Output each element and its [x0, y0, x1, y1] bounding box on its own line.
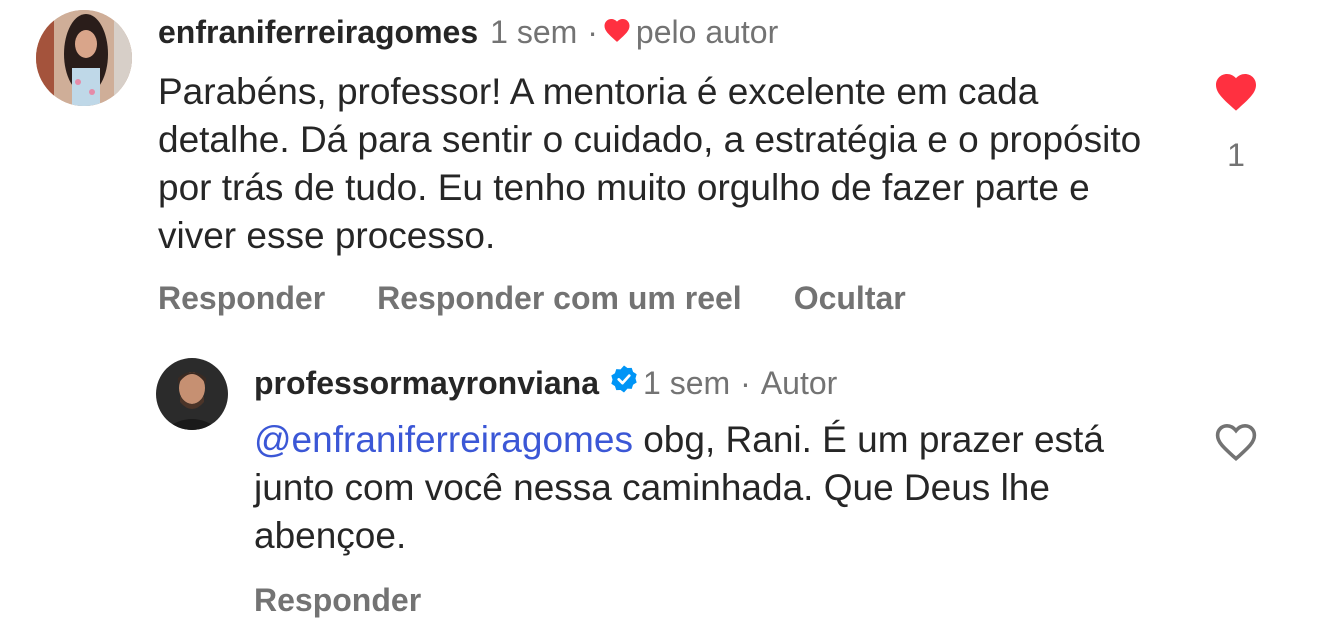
reply-actions: Responder	[254, 582, 421, 619]
reply-text: @enfraniferreiragomes obg, Rani. É um pr…	[254, 416, 1174, 560]
author-badge: Autor	[760, 365, 838, 401]
reply-button[interactable]: Responder	[158, 280, 325, 317]
heart-icon	[602, 14, 632, 51]
reply-button[interactable]: Responder	[254, 582, 421, 619]
liked-by-author-label: pelo autor	[635, 14, 779, 50]
mention-link[interactable]: @enfraniferreiragomes	[254, 419, 633, 460]
avatar-image	[156, 358, 228, 430]
like-icon-filled[interactable]	[1200, 68, 1272, 117]
like-count: 1	[1227, 137, 1245, 173]
like-column: 1	[1200, 68, 1272, 174]
comment-header: enfraniferreiragomes 1 sem · pelo autor	[158, 14, 778, 51]
comment-actions: Responder Responder com um reel Ocultar	[158, 280, 906, 317]
comment-time: 1 sem	[490, 14, 578, 50]
meta-separator: ·	[740, 365, 751, 401]
reply-time: 1 sem	[643, 365, 731, 401]
reply-username[interactable]: professormayronviana	[254, 365, 599, 402]
like-column	[1200, 418, 1272, 467]
reply-with-reel-button[interactable]: Responder com um reel	[377, 280, 742, 317]
hide-button[interactable]: Ocultar	[794, 280, 906, 317]
reply-header: professormayronviana 1 sem · Autor	[254, 364, 837, 402]
verified-badge-icon	[609, 364, 639, 402]
meta-separator: ·	[587, 14, 598, 50]
avatar[interactable]	[36, 10, 132, 106]
like-icon-outline[interactable]	[1200, 418, 1272, 467]
avatar-image	[36, 10, 132, 106]
avatar[interactable]	[156, 358, 228, 430]
comment-text: Parabéns, professor! A mentoria é excele…	[158, 71, 1142, 256]
comment-username[interactable]: enfraniferreiragomes	[158, 14, 478, 51]
